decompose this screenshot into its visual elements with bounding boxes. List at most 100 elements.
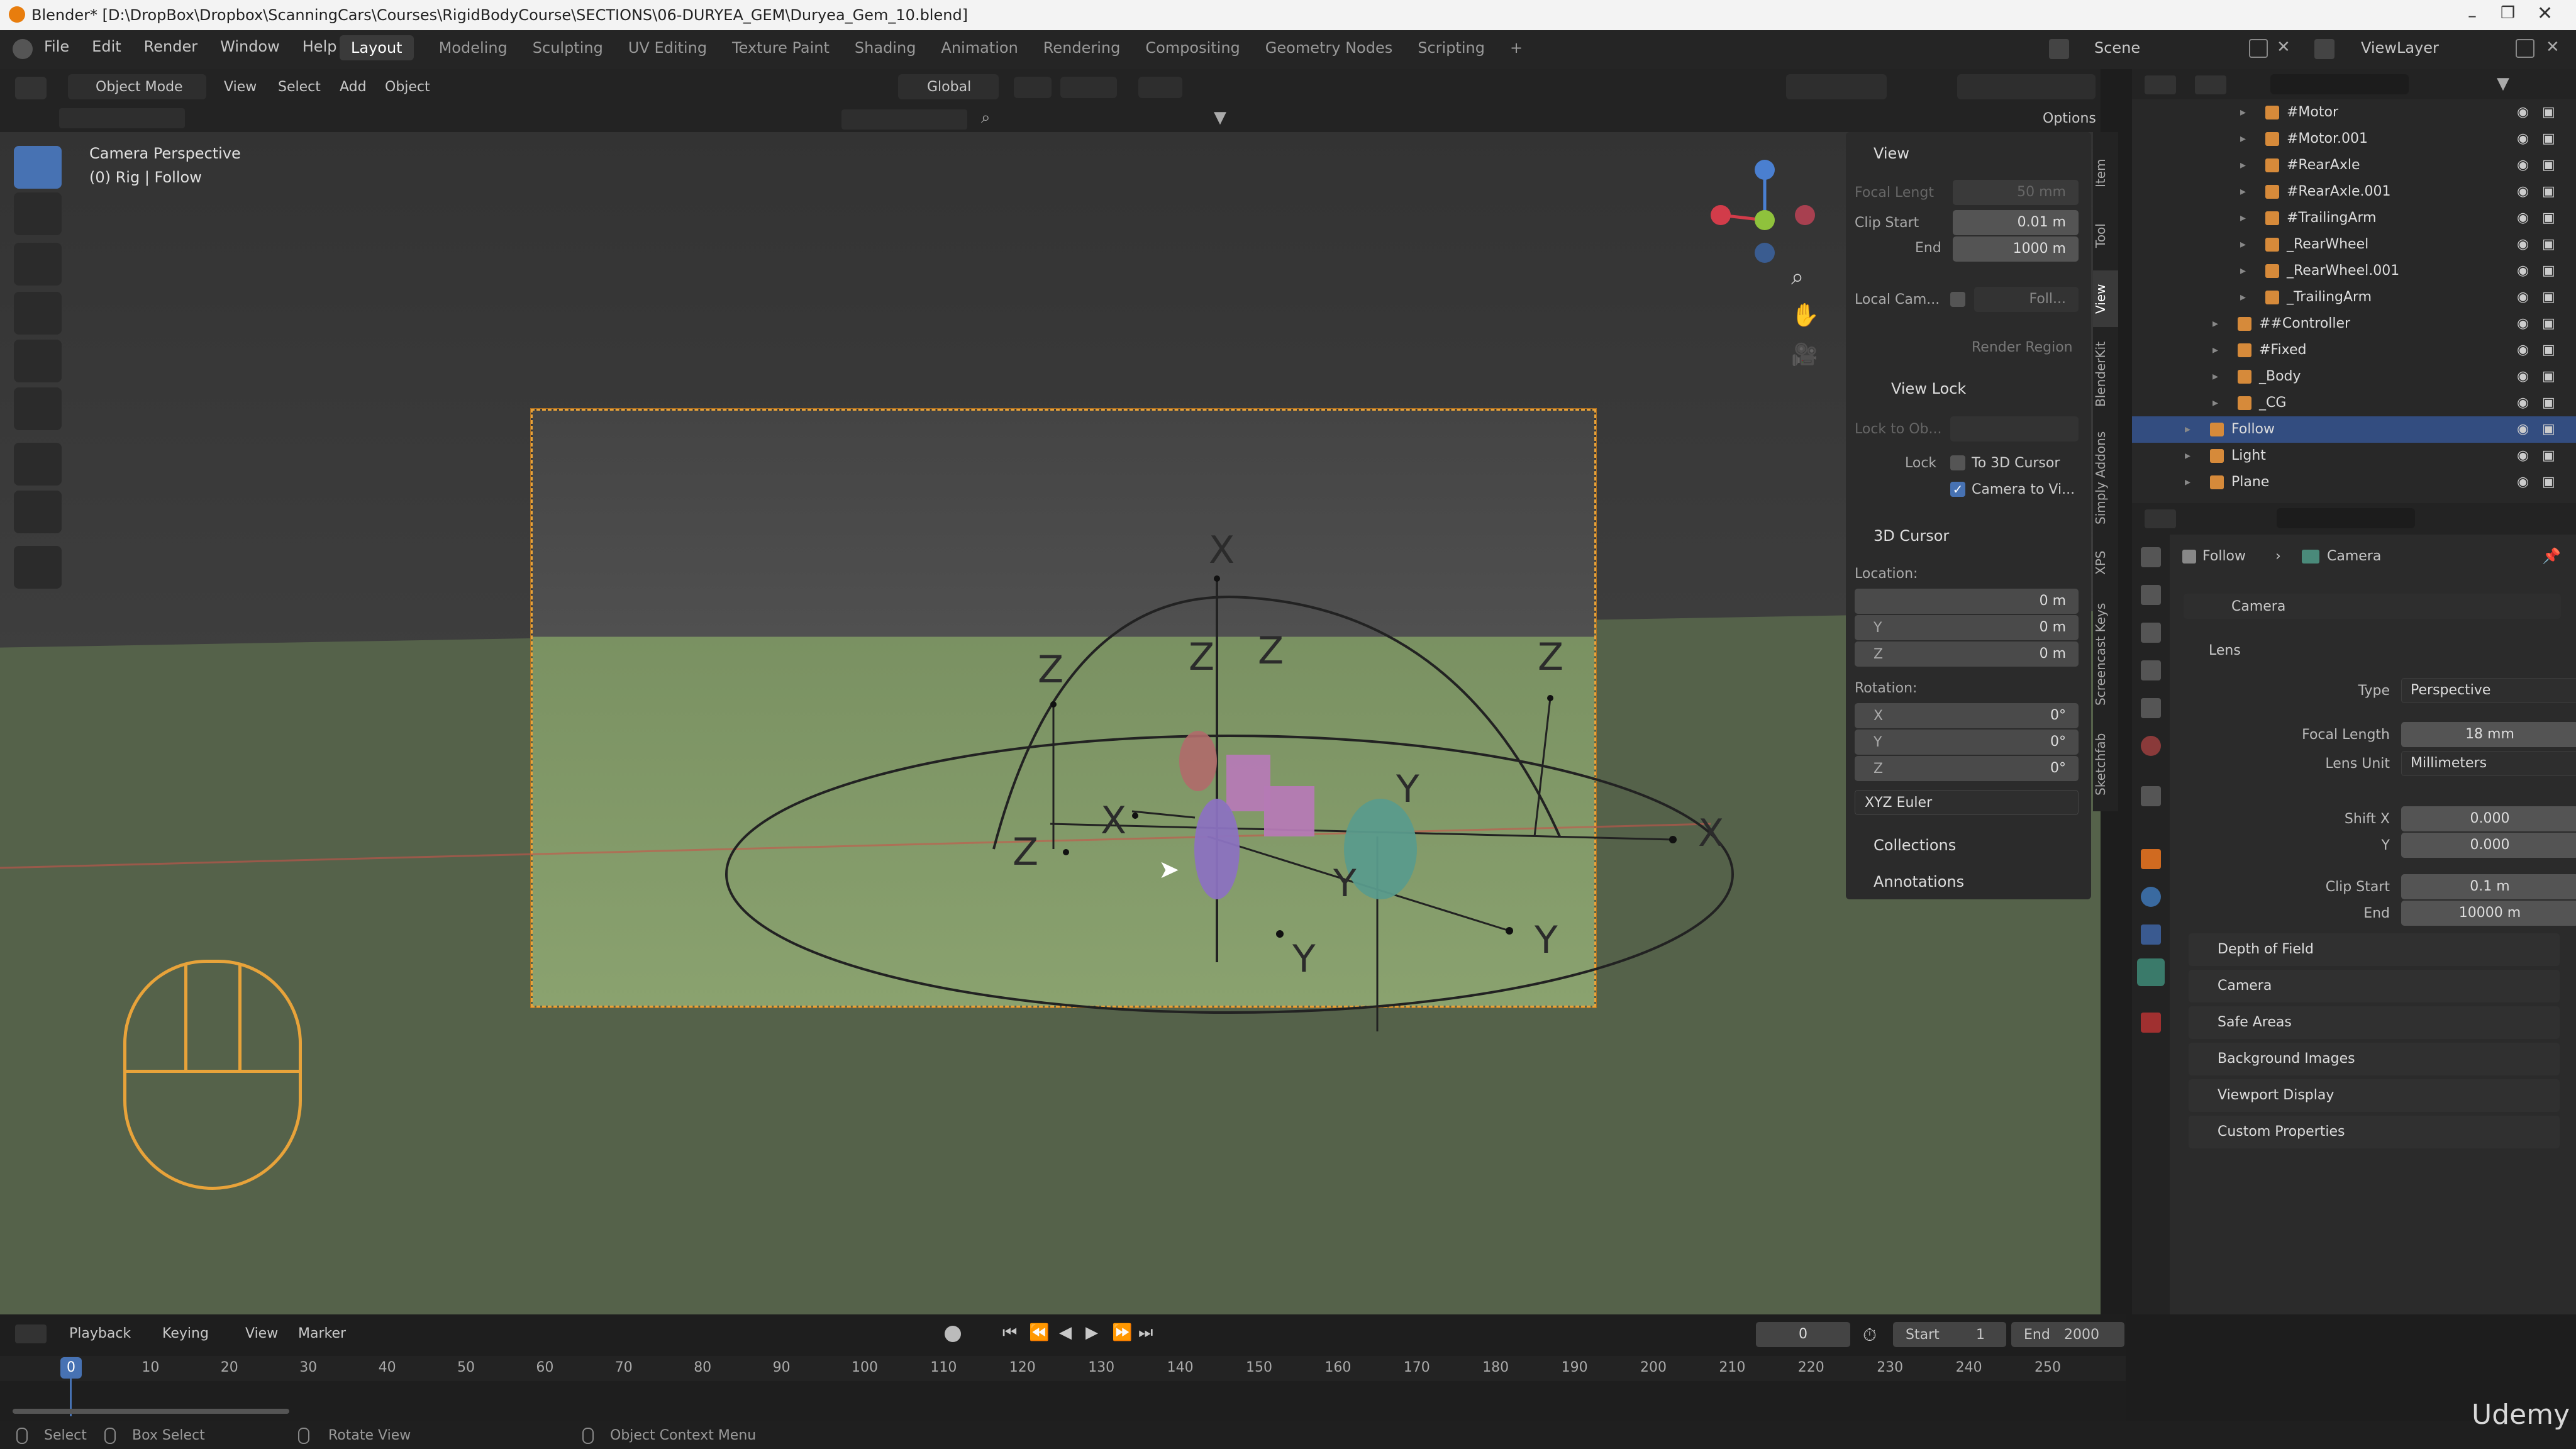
rotation-x-field[interactable]: 0° bbox=[1855, 703, 2079, 728]
menu-object[interactable]: Object bbox=[385, 79, 430, 95]
visibility-eye-icon[interactable]: ◉ bbox=[2517, 205, 2529, 231]
next-keyframe-icon[interactable]: ⏩ bbox=[1112, 1323, 1132, 1342]
menu-view[interactable]: View bbox=[224, 79, 257, 95]
render-visibility-icon[interactable]: ▣ bbox=[2542, 258, 2555, 284]
playhead[interactable]: 0 bbox=[60, 1357, 82, 1379]
visibility-eye-icon[interactable]: ◉ bbox=[2517, 364, 2529, 390]
tab-sculpting[interactable]: Sculpting bbox=[533, 39, 603, 57]
render-tab-icon[interactable] bbox=[2141, 585, 2161, 605]
viewport-gizmos-icons[interactable] bbox=[1786, 74, 1887, 99]
3d-cursor-header[interactable]: 3D Cursor bbox=[1874, 527, 1949, 545]
3d-viewport[interactable]: X Z Z Z Z X Z X Y Y Y Y ➤ Camera Perspec… bbox=[0, 132, 2101, 1314]
add-cube-tool-icon[interactable] bbox=[14, 546, 62, 589]
shift-x-field[interactable]: 0.000 bbox=[2401, 806, 2576, 831]
tab-geometry-nodes[interactable]: Geometry Nodes bbox=[1265, 39, 1392, 57]
visibility-eye-icon[interactable]: ◉ bbox=[2517, 390, 2529, 416]
outliner-row[interactable]: ▸ #Fixed ◉ ▣ bbox=[2132, 337, 2576, 364]
expand-arrow-icon[interactable]: ▸ bbox=[2212, 337, 2218, 364]
collections-header[interactable]: Collections bbox=[1874, 836, 1956, 854]
editor-type-icon[interactable] bbox=[15, 77, 47, 99]
render-visibility-icon[interactable]: ▣ bbox=[2542, 311, 2555, 337]
outliner-search-icon[interactable] bbox=[2270, 74, 2409, 94]
location-y-field[interactable]: 0 m bbox=[1855, 615, 2079, 640]
texture-tab-icon[interactable] bbox=[2141, 1013, 2161, 1033]
render-visibility-icon[interactable]: ▣ bbox=[2542, 231, 2555, 258]
tab-texture-paint[interactable]: Texture Paint bbox=[732, 39, 830, 57]
maximize-icon[interactable]: ❐ bbox=[2501, 4, 2515, 23]
menu-render[interactable]: Render bbox=[144, 38, 197, 55]
expand-arrow-icon[interactable]: ▸ bbox=[2240, 126, 2246, 152]
expand-arrow-icon[interactable]: ▸ bbox=[2240, 205, 2246, 231]
properties-editor-icon[interactable] bbox=[2145, 509, 2176, 528]
zoom-icon[interactable]: ⌕ bbox=[1791, 264, 1804, 291]
focal-length-field[interactable]: 18 mm bbox=[2401, 722, 2576, 747]
outliner-row[interactable]: ▸ #TrailingArm ◉ ▣ bbox=[2132, 205, 2576, 231]
expand-arrow-icon[interactable]: ▸ bbox=[2185, 416, 2190, 443]
clock-icon[interactable]: ⏱ bbox=[1863, 1324, 1877, 1346]
tab-screencast-keys[interactable]: Screencast Keys bbox=[2093, 591, 2118, 717]
shading-mode-icons[interactable] bbox=[1957, 74, 2096, 99]
play-reverse-icon[interactable]: ◀ bbox=[1059, 1323, 1072, 1342]
move-tool-icon[interactable] bbox=[14, 243, 62, 286]
filter-icon[interactable]: ▼ bbox=[1214, 108, 1226, 127]
viewlayer-icon[interactable] bbox=[2314, 39, 2334, 59]
menu-help[interactable]: Help bbox=[303, 38, 337, 55]
timeline-editor-icon[interactable] bbox=[15, 1324, 47, 1343]
tab-simply-addons[interactable]: Simply Addons bbox=[2093, 421, 2118, 535]
proportional-edit-icon[interactable] bbox=[1138, 77, 1182, 98]
render-region-label[interactable]: Render Region bbox=[1972, 340, 2073, 355]
outliner-row[interactable]: ▸ #Motor ◉ ▣ bbox=[2132, 99, 2576, 126]
tab-shading[interactable]: Shading bbox=[855, 39, 916, 57]
viewlayer-name[interactable]: ViewLayer bbox=[2361, 39, 2439, 57]
view-layer-tab-icon[interactable] bbox=[2141, 660, 2161, 680]
menu-window[interactable]: Window bbox=[220, 38, 280, 55]
measure-tool-icon[interactable] bbox=[14, 491, 62, 533]
visibility-eye-icon[interactable]: ◉ bbox=[2517, 231, 2529, 258]
shading-overlay-icons[interactable] bbox=[841, 109, 967, 130]
visibility-eye-icon[interactable]: ◉ bbox=[2517, 284, 2529, 311]
tab-xps[interactable]: XPS bbox=[2093, 541, 2118, 585]
new-viewlayer-icon[interactable] bbox=[2516, 39, 2534, 58]
rotate-tool-icon[interactable] bbox=[14, 292, 62, 335]
to-3d-cursor-checkbox[interactable] bbox=[1950, 455, 1965, 470]
jump-end-icon[interactable]: ⏭ bbox=[1138, 1323, 1153, 1343]
outliner-row[interactable]: ▸ Follow ◉ ▣ bbox=[2132, 416, 2576, 443]
outliner-row[interactable]: ▸ _CG ◉ ▣ bbox=[2132, 390, 2576, 416]
tab-sketchfab[interactable]: Sketchfab bbox=[2093, 723, 2118, 805]
tab-animation[interactable]: Animation bbox=[941, 39, 1018, 57]
render-visibility-icon[interactable]: ▣ bbox=[2542, 390, 2555, 416]
expand-arrow-icon[interactable]: ▸ bbox=[2240, 152, 2246, 179]
marker-menu[interactable]: Marker bbox=[298, 1326, 346, 1341]
visibility-eye-icon[interactable]: ◉ bbox=[2517, 469, 2529, 496]
shift-y-field[interactable]: 0.000 bbox=[2401, 833, 2576, 858]
select-tool-icon[interactable] bbox=[14, 146, 62, 189]
camera-view-icon[interactable]: 🎥 bbox=[1791, 342, 1818, 367]
menu-file[interactable]: File bbox=[44, 38, 69, 55]
expand-arrow-icon[interactable]: ▸ bbox=[2185, 443, 2190, 469]
options-dropdown[interactable]: Options bbox=[2043, 111, 2096, 126]
select-box-mode-icons[interactable] bbox=[59, 108, 185, 128]
tab-layout[interactable]: Layout bbox=[340, 35, 414, 60]
scene-icon[interactable] bbox=[2049, 39, 2069, 59]
delete-viewlayer-icon[interactable]: ✕ bbox=[2546, 38, 2560, 57]
add-workspace-button[interactable]: + bbox=[1510, 39, 1523, 57]
visibility-eye-icon[interactable]: ◉ bbox=[2517, 126, 2529, 152]
close-icon[interactable]: ✕ bbox=[2537, 3, 2553, 25]
outliner-display-mode-icon[interactable] bbox=[2195, 75, 2226, 94]
tab-rendering[interactable]: Rendering bbox=[1043, 39, 1121, 57]
menu-add[interactable]: Add bbox=[340, 79, 367, 95]
render-visibility-icon[interactable]: ▣ bbox=[2542, 364, 2555, 390]
menu-edit[interactable]: Edit bbox=[92, 38, 121, 55]
view-menu[interactable]: View bbox=[245, 1326, 278, 1341]
clip-end-field[interactable]: 1000 m bbox=[1953, 236, 2079, 262]
outliner-filter-icon[interactable]: ▼ bbox=[2497, 74, 2509, 93]
snap-icon[interactable] bbox=[1060, 77, 1117, 98]
expand-arrow-icon[interactable]: ▸ bbox=[2212, 311, 2218, 337]
scene-name[interactable]: Scene bbox=[2094, 39, 2140, 57]
rotation-z-field[interactable]: 0° bbox=[1855, 756, 2079, 781]
section-safe-areas[interactable]: Safe Areas bbox=[2189, 1006, 2560, 1039]
expand-arrow-icon[interactable]: ▸ bbox=[2240, 231, 2246, 258]
record-icon[interactable] bbox=[945, 1326, 961, 1342]
section-camera[interactable]: Camera bbox=[2189, 970, 2560, 1002]
scene-tab-icon[interactable] bbox=[2141, 698, 2161, 718]
